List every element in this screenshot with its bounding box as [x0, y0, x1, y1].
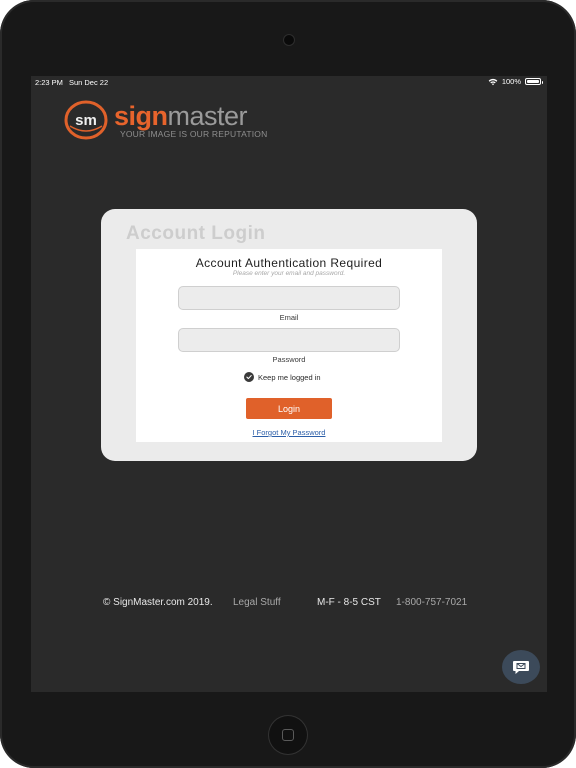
status-date: Sun Dec 22 [68, 77, 109, 87]
home-button-square [282, 729, 294, 741]
status-bar: 2:23 PM Sun Dec 22 100% [31, 76, 547, 88]
keep-logged-in-label: Keep me logged in [258, 372, 321, 382]
brand-name-bold: sign [114, 101, 168, 131]
keep-logged-in-checkbox[interactable]: Keep me logged in [244, 372, 321, 382]
battery-percent: 100% [501, 77, 521, 86]
auth-title: Account Authentication Required [195, 256, 383, 270]
email-label: Email [279, 313, 299, 322]
chat-bubble-icon [513, 661, 529, 674]
status-right: 100% [488, 77, 543, 86]
footer-copyright: © SignMaster.com 2019. [103, 597, 213, 608]
home-button[interactable] [269, 716, 307, 754]
email-field[interactable] [178, 286, 400, 310]
password-label: Password [272, 355, 306, 364]
brand-name: signmaster [114, 101, 248, 131]
auth-subtitle: Please enter your email and password. [232, 270, 346, 277]
password-field[interactable] [178, 328, 400, 352]
login-heading: Account Login [126, 223, 266, 244]
camera [284, 35, 294, 45]
battery-icon [525, 78, 543, 85]
brand-logo[interactable]: sm signmaster YOUR IMAGE IS OUR REPUTATI… [62, 100, 302, 144]
signmaster-logo-icon: sm [64, 100, 108, 140]
device-frame: 2:23 PM Sun Dec 22 100% sm signmaster YO… [0, 0, 576, 768]
footer: © SignMaster.com 2019. Legal Stuff M-F -… [103, 597, 523, 611]
brand-name-light: master [167, 101, 248, 131]
footer-hours: M-F - 8-5 CST [317, 597, 381, 608]
forgot-password-link[interactable]: I Forgot My Password [136, 428, 442, 437]
wifi-icon [488, 78, 498, 85]
chat-button[interactable] [502, 650, 540, 684]
brand-tagline: YOUR IMAGE IS OUR REPUTATION [120, 129, 268, 139]
screen: 2:23 PM Sun Dec 22 100% sm signmaster YO… [31, 76, 547, 692]
footer-legal-link[interactable]: Legal Stuff [233, 597, 281, 608]
footer-phone-link[interactable]: 1-800-757-7021 [396, 597, 467, 608]
login-form: Account Authentication Required Please e… [136, 249, 442, 442]
status-time: 2:23 PM [35, 77, 63, 87]
svg-text:sm: sm [75, 112, 97, 129]
check-icon [244, 372, 254, 382]
login-button[interactable]: Login [246, 398, 332, 419]
login-panel: Account Login Account Authentication Req… [101, 209, 477, 461]
